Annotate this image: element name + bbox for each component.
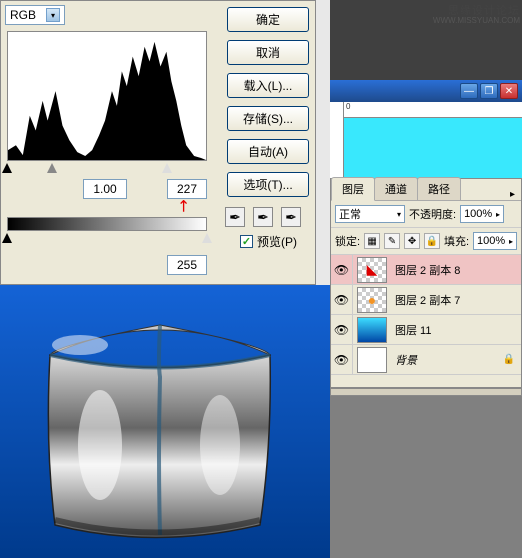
visibility-toggle[interactable]: 👁 — [331, 285, 353, 314]
minimize-button[interactable]: — — [460, 83, 478, 99]
canvas[interactable] — [344, 118, 522, 178]
eyedropper-gray-icon[interactable]: ✒ — [253, 207, 273, 227]
ruler-vertical[interactable] — [330, 102, 344, 178]
layer-name[interactable]: 背景 — [391, 352, 497, 368]
tab-channels[interactable]: 通道 — [374, 177, 418, 200]
cancel-button[interactable]: 取消 — [227, 40, 309, 65]
channel-value: RGB — [10, 8, 36, 22]
layer-thumbnail[interactable] — [357, 347, 387, 373]
output-white-input[interactable] — [167, 255, 207, 275]
output-slider-track[interactable] — [7, 233, 207, 243]
tab-layers[interactable]: 图层 — [331, 177, 375, 201]
ok-button[interactable]: 确定 — [227, 7, 309, 32]
output-white-thumb[interactable] — [202, 233, 212, 243]
document-preview — [0, 285, 330, 558]
opacity-label: 不透明度: — [409, 206, 456, 222]
white-slider-thumb[interactable] — [162, 163, 172, 173]
auto-button[interactable]: 自动(A) — [227, 139, 309, 164]
levels-dialog: RGB ▾ ↖ 确定 取消 载入(L)... 存储(S)... 自动(A) 选项… — [0, 0, 316, 285]
save-button[interactable]: 存储(S)... — [227, 106, 309, 131]
layer-row[interactable]: 👁 ● 图层 2 副本 7 — [331, 285, 521, 315]
tab-paths[interactable]: 路径 — [417, 177, 461, 200]
maximize-button[interactable]: ❐ — [480, 83, 498, 99]
gray-slider-thumb[interactable] — [47, 163, 57, 173]
chevron-right-icon: ▸ — [509, 237, 513, 246]
options-button[interactable]: 选项(T)... — [227, 172, 309, 197]
opacity-input[interactable]: 100% ▸ — [460, 205, 504, 223]
output-gradient — [7, 217, 207, 231]
midtone-input[interactable] — [83, 179, 127, 199]
channel-dropdown[interactable]: RGB ▾ — [5, 5, 65, 25]
visibility-toggle[interactable]: 👁 — [331, 315, 353, 344]
layer-row[interactable]: 👁 图层 11 — [331, 315, 521, 345]
titlebar[interactable]: — ❐ ✕ — [330, 80, 522, 102]
preview-checkbox[interactable]: ✓ — [240, 235, 253, 248]
layer-name[interactable]: 图层 2 副本 8 — [391, 262, 521, 278]
fill-input[interactable]: 100% ▸ — [473, 232, 517, 250]
lock-position-icon[interactable]: ✥ — [404, 233, 420, 249]
preview-label: 预览(P) — [257, 233, 297, 250]
close-button[interactable]: ✕ — [500, 83, 518, 99]
layer-row[interactable]: 👁 ◣ 图层 2 副本 8 — [331, 255, 521, 285]
watermark-url: WWW.MISSYUAN.COM — [433, 16, 520, 25]
load-button[interactable]: 载入(L)... — [227, 73, 309, 98]
document-window: — ❐ ✕ 0 — [330, 80, 522, 178]
layer-name[interactable]: 图层 11 — [391, 322, 521, 338]
panel-resize-handle[interactable] — [330, 388, 522, 396]
workspace-background — [330, 396, 522, 558]
chevron-down-icon: ▾ — [46, 8, 60, 22]
black-slider-thumb[interactable] — [2, 163, 12, 173]
layer-row[interactable]: 👁 背景 🔒 — [331, 345, 521, 375]
ice-cube-artwork — [30, 295, 290, 545]
lock-transparency-icon[interactable]: ▦ — [364, 233, 380, 249]
chevron-down-icon: ▾ — [397, 210, 401, 219]
lock-pixels-icon[interactable]: ✎ — [384, 233, 400, 249]
output-black-thumb[interactable] — [2, 233, 12, 243]
lock-label: 锁定: — [335, 233, 360, 249]
eyedropper-white-icon[interactable]: ✒ — [281, 207, 301, 227]
lock-icon: 🔒 — [497, 354, 521, 365]
input-slider-track[interactable] — [7, 163, 207, 173]
lock-all-icon[interactable]: 🔒 — [424, 233, 440, 249]
layer-thumbnail[interactable]: ● — [357, 287, 387, 313]
blend-mode-dropdown[interactable]: 正常 ▾ — [335, 205, 405, 223]
fill-label: 填充: — [444, 233, 469, 249]
layers-panel: 图层 通道 路径 ▸ 正常 ▾ 不透明度: 100% ▸ 锁定: ▦ ✎ ✥ 🔒… — [330, 178, 522, 388]
visibility-toggle[interactable]: 👁 — [331, 345, 353, 374]
layer-thumbnail[interactable]: ◣ — [357, 257, 387, 283]
layer-thumbnail[interactable] — [357, 317, 387, 343]
panel-menu-icon[interactable]: ▸ — [504, 189, 521, 200]
layers-list: 👁 ◣ 图层 2 副本 8 👁 ● 图层 2 副本 7 👁 图层 11 👁 背景… — [331, 255, 521, 375]
visibility-toggle[interactable]: 👁 — [331, 255, 353, 284]
layer-name[interactable]: 图层 2 副本 7 — [391, 292, 521, 308]
histogram — [7, 31, 207, 161]
ruler-horizontal[interactable]: 0 — [344, 102, 522, 118]
eyedropper-black-icon[interactable]: ✒ — [225, 207, 245, 227]
chevron-right-icon: ▸ — [496, 210, 500, 219]
